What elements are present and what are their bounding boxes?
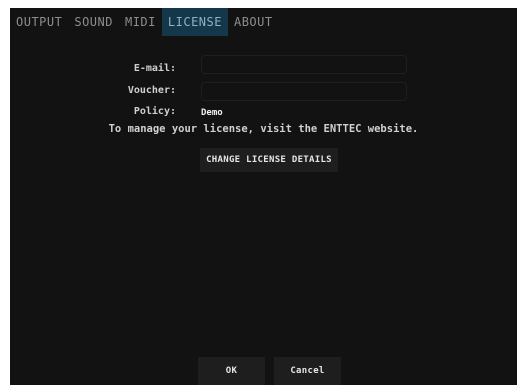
tab-license[interactable]: LICENSE — [161, 8, 228, 36]
license-note: To manage your license, visit the ENTTEC… — [108, 123, 419, 135]
cancel-button[interactable]: Cancel — [274, 357, 341, 385]
voucher-label: Voucher: — [127, 85, 176, 96]
tab-sound[interactable]: SOUND — [68, 8, 119, 36]
tab-midi[interactable]: MIDI — [119, 8, 162, 36]
ok-button[interactable]: OK — [198, 357, 265, 385]
tab-output[interactable]: OUTPUT — [10, 8, 68, 36]
email-field[interactable] — [201, 55, 407, 74]
change-license-button[interactable]: CHANGE LICENSE DETAILS — [200, 148, 338, 172]
tab-bar: OUTPUT SOUND MIDI LICENSE ABOUT — [10, 8, 279, 36]
tab-about[interactable]: ABOUT — [228, 8, 279, 36]
settings-dialog: OUTPUT SOUND MIDI LICENSE ABOUT E-mail: … — [10, 8, 517, 385]
policy-value: Demo — [201, 108, 223, 118]
email-label: E-mail: — [133, 63, 176, 74]
voucher-field[interactable] — [201, 82, 407, 101]
policy-label: Policy: — [133, 106, 176, 117]
